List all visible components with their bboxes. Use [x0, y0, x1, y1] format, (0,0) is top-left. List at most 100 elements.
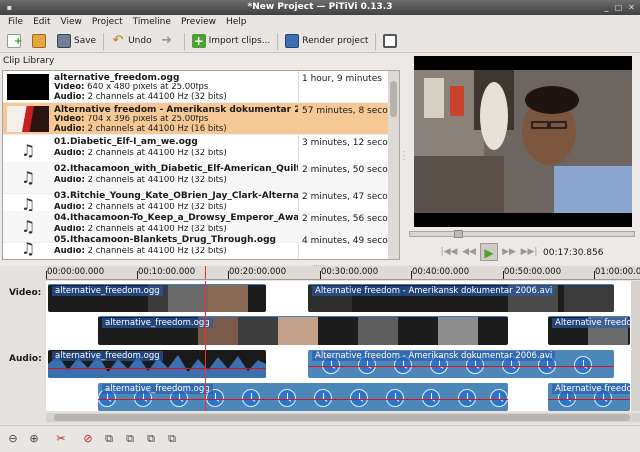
audio-clip[interactable]: Alternative freedom	[548, 383, 630, 411]
clip-duration: 57 minutes, 8 seconds	[302, 106, 400, 116]
audio-track-label: Audio:	[9, 354, 42, 364]
clip-name: alternative_freedom.ogg	[54, 73, 180, 83]
timeline: 00:00:00.000 00:10:00.000 00:20:00.000 0…	[0, 266, 640, 424]
timeline-tracks[interactable]: alternative_freedom.ogg Alternative free…	[46, 281, 640, 411]
clip-name: Alternative freedom - Amerikansk dokumen…	[54, 105, 298, 115]
clip-label: alternative_freedom.ogg	[52, 286, 163, 296]
redo-icon: ➜	[161, 33, 173, 48]
goto-end-icon[interactable]: ▶▶|	[520, 243, 538, 261]
ruler-label: 00:00:00.000	[47, 267, 105, 277]
ruler-tick	[320, 271, 321, 279]
ruler-playhead[interactable]	[205, 266, 206, 279]
close-icon[interactable]: ✕	[626, 2, 637, 13]
minimize-icon[interactable]: _	[601, 2, 612, 13]
clip-name: 01.Diabetic_Elf-I_am_we.ogg	[54, 137, 198, 147]
clip-label: Alternative freedom - Amerikansk dokumen…	[312, 351, 556, 361]
audio-clip[interactable]: Alternative freedom - Amerikansk dokumen…	[308, 350, 614, 378]
pane-grip[interactable]: · · ·	[403, 149, 405, 164]
seek-slider[interactable]	[409, 230, 635, 238]
video-clip[interactable]: alternative_freedom.ogg	[48, 284, 266, 312]
delete-icon[interactable]: ⊘	[79, 430, 97, 448]
volume-line[interactable]	[98, 399, 508, 400]
clip-label: Alternative freedom	[552, 384, 630, 394]
new-button[interactable]: +	[3, 32, 28, 51]
play-icon[interactable]: ▶	[480, 243, 498, 261]
video-frame	[414, 56, 632, 227]
clip-library[interactable]: alternative_freedom.ogg Video: 640 x 480…	[2, 70, 400, 260]
library-item[interactable]: ♫ 05.Ithacamoon-Blankets_Drug_Through.og…	[3, 233, 399, 259]
import-clips-button[interactable]: + Import clips...	[188, 32, 275, 51]
undo-icon: ↶	[112, 33, 124, 48]
timeline-horizontal-scrollbar[interactable]	[46, 413, 640, 422]
video-viewer	[414, 56, 632, 227]
render-icon	[285, 34, 300, 48]
add-icon: +	[191, 34, 206, 48]
volume-line[interactable]	[308, 366, 614, 367]
open-button[interactable]	[28, 32, 53, 51]
save-button[interactable]: Save	[53, 32, 100, 51]
split-icon[interactable]: ✂	[52, 430, 70, 448]
clip-duration: 2 minutes, 56 seconds	[302, 214, 400, 224]
clip-info: Audio: 2 channels at 44100 Hz (32 bits)	[54, 149, 227, 158]
viewer-timecode: 00:17:30.856	[543, 248, 604, 258]
volume-line[interactable]	[548, 399, 630, 400]
library-scrollbar[interactable]	[388, 71, 399, 259]
redo-button[interactable]: ➜	[156, 32, 181, 51]
maximize-icon[interactable]: □	[613, 2, 624, 13]
goto-start-icon[interactable]: |◀◀	[440, 243, 458, 261]
audio-clip[interactable]: alternative_freedom.ogg	[98, 383, 508, 411]
scrollbar-thumb[interactable]	[54, 414, 630, 421]
menu-preview[interactable]: Preview	[176, 15, 221, 30]
seek-handle[interactable]	[454, 230, 463, 238]
toolbar-separator	[183, 32, 185, 50]
ungroup-icon[interactable]: ⧉	[142, 430, 160, 448]
timeline-vertical-scrollbar[interactable]	[631, 281, 640, 411]
ruler-label: 00:20:00.000	[229, 267, 287, 277]
clip-duration: 2 minutes, 47 seconds	[302, 192, 400, 202]
video-clip[interactable]: Alternative freedom	[548, 316, 630, 345]
unlink-icon[interactable]: ⧉	[100, 430, 118, 448]
menu-help[interactable]: Help	[221, 15, 252, 30]
scrollbar-thumb[interactable]	[390, 81, 397, 117]
toolbar-separator	[375, 32, 377, 50]
audio-note-icon: ♫	[20, 141, 36, 160]
group-icon[interactable]: ⧉	[163, 430, 181, 448]
menu-edit[interactable]: Edit	[28, 15, 55, 30]
menu-timeline[interactable]: Timeline	[128, 15, 176, 30]
video-clip[interactable]: Alternative freedom - Amerikansk dokumen…	[308, 284, 614, 312]
menu-file[interactable]: File	[3, 15, 28, 30]
undo-button[interactable]: ↶ Undo	[107, 32, 156, 51]
render-label: Render project	[302, 36, 369, 46]
fullscreen-button[interactable]	[379, 32, 404, 51]
clip-name: 05.Ithacamoon-Blankets_Drug_Through.ogg	[54, 235, 276, 245]
video-clip[interactable]: alternative_freedom.ogg	[98, 316, 508, 345]
render-project-button[interactable]: Render project	[281, 32, 372, 51]
title-bar: *New Project — PiTiVi 0.13.3 ▪ _ □ ✕	[0, 0, 640, 15]
timeline-playhead[interactable]	[205, 281, 206, 411]
audio-clip[interactable]: alternative_freedom.ogg	[48, 350, 266, 378]
clip-label: alternative_freedom.ogg	[102, 318, 213, 328]
toolbar-separator	[103, 32, 105, 50]
back-frame-icon[interactable]: ◀◀	[460, 243, 478, 261]
save-icon	[57, 34, 71, 48]
menu-view[interactable]: View	[56, 15, 87, 30]
toolbar-separator	[277, 32, 279, 50]
clip-thumbnail	[7, 74, 49, 100]
clip-label: Alternative freedom	[552, 318, 630, 328]
forward-frame-icon[interactable]: ▶▶	[500, 243, 518, 261]
ruler-label: 00:40:00.000	[412, 267, 470, 277]
link-icon[interactable]: ⧉	[121, 430, 139, 448]
clip-duration: 1 hour, 9 minutes	[302, 74, 382, 84]
library-item[interactable]: alternative_freedom.ogg Video: 640 x 480…	[3, 71, 389, 103]
volume-line[interactable]	[48, 368, 266, 369]
menu-project[interactable]: Project	[87, 15, 128, 30]
ruler-label: 00:50:00.000	[504, 267, 562, 277]
ruler-label: 00:10:00.000	[138, 267, 196, 277]
zoom-out-icon[interactable]: ⊖	[4, 430, 22, 448]
fullscreen-icon	[383, 34, 398, 48]
clip-duration: 4 minutes, 49 seconds	[302, 236, 400, 246]
library-item-selected[interactable]: Alternative freedom - Amerikansk dokumen…	[3, 103, 399, 135]
timeline-ruler[interactable]: 00:00:00.000 00:10:00.000 00:20:00.000 0…	[46, 266, 640, 280]
window-menu-icon[interactable]: ▪	[4, 2, 15, 13]
zoom-in-icon[interactable]: ⊕	[25, 430, 43, 448]
